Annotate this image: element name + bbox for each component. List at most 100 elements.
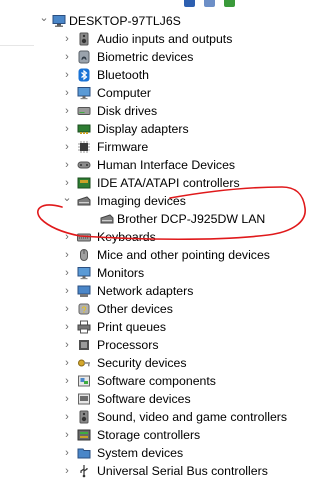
storage-controller-icon: [77, 428, 91, 442]
printer-icon: [77, 320, 91, 334]
mouse-icon: [77, 248, 91, 262]
tree-item-monitors[interactable]: › Monitors: [34, 264, 316, 282]
tree-item-display-adapters[interactable]: › Display adapters: [34, 120, 316, 138]
chevron-right-icon[interactable]: ›: [61, 264, 73, 282]
tree-item-sound-video-and-game-controllers[interactable]: › Sound, video and game controllers: [34, 408, 316, 426]
tree-item-imaging-devices[interactable]: ⌄ Imaging devices: [34, 192, 316, 210]
unknown-device-icon: ?: [77, 302, 91, 316]
tree-item-label: Monitors: [97, 266, 145, 280]
processor-icon: [77, 338, 91, 352]
chevron-down-icon[interactable]: ⌄: [61, 192, 73, 210]
chevron-right-icon[interactable]: ›: [61, 390, 73, 408]
tree-item-label: Disk drives: [97, 104, 158, 118]
tree-item-label: Network adapters: [97, 284, 194, 298]
toolbar-properties-icon[interactable]: [204, 0, 215, 7]
chevron-right-icon[interactable]: ›: [61, 246, 73, 264]
chevron-right-icon[interactable]: ›: [61, 228, 73, 246]
tree-item-label: Processors: [97, 338, 159, 352]
chevron-right-icon[interactable]: ›: [61, 138, 73, 156]
tree-item-firmware[interactable]: › Firmware: [34, 138, 316, 156]
tree-item-human-interface-devices[interactable]: › Human Interface Devices: [34, 156, 316, 174]
computer-icon: [52, 14, 66, 28]
hid-icon: [77, 158, 91, 172]
tree-item-label: Storage controllers: [97, 428, 201, 442]
monitor-icon: [77, 266, 91, 280]
tree-item-system-devices[interactable]: › System devices: [34, 444, 316, 462]
controller-icon: [77, 176, 91, 190]
chevron-right-icon[interactable]: ›: [61, 408, 73, 426]
chevron-right-icon[interactable]: ›: [61, 48, 73, 66]
tree-item-bluetooth[interactable]: › Bluetooth: [34, 66, 316, 84]
tree-item-label: Print queues: [97, 320, 167, 334]
chevron-right-icon[interactable]: ›: [61, 300, 73, 318]
left-pane-divider: [0, 45, 34, 46]
tree-item-processors[interactable]: › Processors: [34, 336, 316, 354]
chevron-right-icon[interactable]: ›: [61, 30, 73, 48]
tree-subitem-brother-scanner[interactable]: Brother DCP-J925DW LAN: [34, 210, 316, 228]
tree-item-security-devices[interactable]: › Security devices: [34, 354, 316, 372]
tree-item-software-components[interactable]: › Software components: [34, 372, 316, 390]
tree-item-label: Audio inputs and outputs: [97, 32, 233, 46]
software-device-icon: [77, 392, 91, 406]
keyboard-icon: [77, 230, 91, 244]
scanner-icon: [100, 212, 114, 226]
tree-item-computer[interactable]: › Computer: [34, 84, 316, 102]
chevron-right-icon[interactable]: ›: [61, 444, 73, 462]
toolbar-help-icon[interactable]: [184, 0, 195, 7]
chevron-right-icon[interactable]: ›: [61, 174, 73, 192]
tree-item-label: Keyboards: [97, 230, 156, 244]
tree-item-software-devices[interactable]: › Software devices: [34, 390, 316, 408]
tree-item-label: Imaging devices: [97, 194, 186, 208]
toolbar-scan-icon[interactable]: [224, 0, 235, 7]
tree-item-label: Security devices: [97, 356, 187, 370]
tree-item-label: Software components: [97, 374, 216, 388]
chevron-down-icon[interactable]: ⌄: [38, 12, 50, 30]
tree-item-print-queues[interactable]: › Print queues: [34, 318, 316, 336]
bluetooth-icon: [77, 68, 91, 82]
chip-icon: [77, 140, 91, 154]
chevron-right-icon[interactable]: ›: [61, 426, 73, 444]
chevron-right-icon[interactable]: ›: [61, 84, 73, 102]
tree-item-label: Computer: [97, 86, 151, 100]
tree-item-other-devices[interactable]: ›? Other devices: [34, 300, 316, 318]
chevron-right-icon[interactable]: ›: [61, 156, 73, 174]
display-adapter-icon: [77, 122, 91, 136]
monitor-icon: [77, 86, 91, 100]
system-folder-icon: [77, 446, 91, 460]
tree-item-storage-controllers[interactable]: › Storage controllers: [34, 426, 316, 444]
chevron-right-icon[interactable]: ›: [61, 66, 73, 84]
tree-item-biometric-devices[interactable]: › Biometric devices: [34, 48, 316, 66]
tree-item-disk-drives[interactable]: › Disk drives: [34, 102, 316, 120]
network-adapter-icon: [77, 284, 91, 298]
tree-item-label: Other devices: [97, 302, 173, 316]
security-key-icon: [77, 356, 91, 370]
tree-item-label: Display adapters: [97, 122, 189, 136]
chevron-right-icon[interactable]: ›: [61, 336, 73, 354]
chevron-right-icon[interactable]: ›: [61, 102, 73, 120]
chevron-right-icon[interactable]: ›: [61, 120, 73, 138]
tree-item-ide-ata-atapi-controllers[interactable]: › IDE ATA/ATAPI controllers: [34, 174, 316, 192]
tree-item-label: Software devices: [97, 392, 191, 406]
tree-item-label: Biometric devices: [97, 50, 194, 64]
speaker-icon: [77, 410, 91, 424]
tree-item-mice-and-other-pointing-devices[interactable]: › Mice and other pointing devices: [34, 246, 316, 264]
tree-item-universal-serial-bus-controllers[interactable]: › Universal Serial Bus controllers: [34, 462, 316, 480]
left-pane: [0, 0, 34, 485]
tree-item-label: Bluetooth: [97, 68, 149, 82]
tree-item-label: System devices: [97, 446, 184, 460]
toolbar: [34, 0, 316, 8]
tree-item-label: Sound, video and game controllers: [97, 410, 288, 424]
chevron-right-icon[interactable]: ›: [61, 354, 73, 372]
tree-item-label: Universal Serial Bus controllers: [97, 464, 268, 478]
tree-item-audio-inputs-and-outputs[interactable]: › Audio inputs and outputs: [34, 30, 316, 48]
disk-drive-icon: [77, 104, 91, 118]
tree-item-network-adapters[interactable]: › Network adapters: [34, 282, 316, 300]
chevron-right-icon[interactable]: ›: [61, 282, 73, 300]
scanner-icon: [77, 194, 91, 208]
tree-item-keyboards[interactable]: › Keyboards: [34, 228, 316, 246]
tree-root[interactable]: ⌄ DESKTOP-97TLJ6S: [34, 12, 316, 30]
chevron-right-icon[interactable]: ›: [61, 372, 73, 390]
software-component-icon: [77, 374, 91, 388]
chevron-right-icon[interactable]: ›: [61, 462, 73, 480]
chevron-right-icon[interactable]: ›: [61, 318, 73, 336]
